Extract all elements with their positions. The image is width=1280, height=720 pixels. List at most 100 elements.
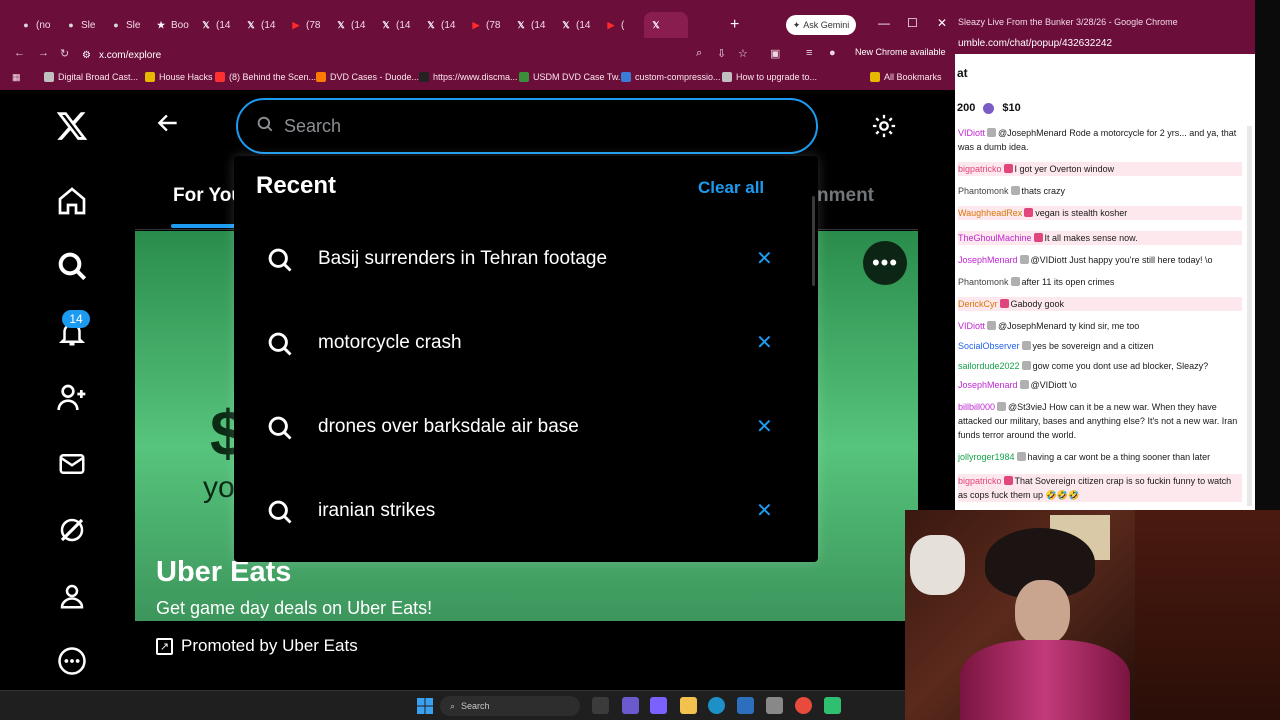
zoom-icon[interactable]: ⌕ [696, 47, 702, 60]
remove-search-icon[interactable]: ✕ [756, 498, 773, 523]
chat-username[interactable]: WaughheadRex [958, 208, 1022, 218]
bookmark-item[interactable]: USDM DVD Case Tw... [519, 72, 625, 82]
streaming-app-icon[interactable] [824, 697, 841, 714]
browser-tab[interactable]: ● Sle [104, 12, 148, 38]
search-input[interactable] [284, 115, 764, 137]
teams-icon[interactable] [650, 697, 667, 714]
browser-tab[interactable]: ▶( [599, 12, 643, 38]
address-bar[interactable]: ⚙ x.com/explore [82, 46, 772, 64]
reload-icon[interactable]: ↻ [60, 47, 69, 60]
promo-more-button[interactable]: ••• [863, 241, 907, 285]
clear-all-button[interactable]: Clear all [698, 178, 764, 198]
bookmark-item[interactable]: How to upgrade to... [722, 72, 817, 82]
bookmark-item[interactable]: DVD Cases - Duode... [316, 72, 419, 82]
chat-username[interactable]: JosephMenard [958, 380, 1018, 390]
forward-icon[interactable]: → [38, 47, 49, 59]
bookmark-item[interactable]: House Hacks [145, 72, 213, 82]
follow-add-user-icon[interactable] [54, 380, 90, 416]
settings-gear-icon[interactable] [870, 112, 898, 145]
browser-tab[interactable]: ● Sle [59, 12, 103, 38]
browser-tab[interactable]: ● (no [14, 12, 58, 38]
x-logo-icon: 𝕏 [517, 20, 525, 30]
bookmark-item[interactable]: Digital Broad Cast... [44, 72, 138, 82]
tab-for-you[interactable]: For You [173, 185, 243, 207]
browser-tab[interactable]: 𝕏 (14 [554, 12, 598, 38]
close-window-icon[interactable]: ✕ [937, 16, 947, 30]
chat-username[interactable]: VIDiott [958, 321, 985, 331]
chat-username[interactable]: VIDiott [958, 128, 985, 138]
browser-tab-label: Sle [126, 19, 141, 31]
new-chrome-available[interactable]: New Chrome available [855, 47, 946, 57]
ask-gemini-button[interactable]: ✦ Ask Gemini [786, 15, 856, 35]
chat-username[interactable]: SocialObserver [958, 341, 1020, 351]
bookmark-item[interactable]: custom-compressio... [621, 72, 721, 82]
bookmark-item[interactable]: All Bookmarks [870, 72, 942, 82]
grok-icon[interactable] [54, 512, 90, 548]
recent-search-item[interactable]: drones over barksdale air base ✕ [234, 386, 818, 470]
x-logo-icon[interactable] [54, 108, 90, 144]
chat-username[interactable]: TheGhoulMachine [958, 233, 1032, 243]
recent-search-item[interactable]: iranian strikes ✕ [234, 470, 818, 554]
browser-tab[interactable]: 𝕏 (14 [374, 12, 418, 38]
messages-mail-icon[interactable] [54, 446, 90, 482]
store-icon[interactable] [737, 697, 754, 714]
browser-tab[interactable]: 𝕏 (14 [329, 12, 373, 38]
bookmark-item[interactable]: https://www.discma... [419, 72, 518, 82]
extensions-icon[interactable]: ▣ [770, 47, 780, 60]
chat-username[interactable]: bigpatricko [958, 476, 1002, 486]
chat-username[interactable]: jollyroger1984 [958, 452, 1015, 462]
maximize-icon[interactable]: ☐ [907, 16, 918, 30]
edge-icon[interactable] [708, 697, 725, 714]
back-arrow-icon[interactable] [155, 110, 181, 143]
remove-search-icon[interactable]: ✕ [756, 330, 773, 355]
new-tab-button[interactable]: + [730, 16, 739, 34]
tab-entertainment[interactable]: nment [817, 185, 874, 207]
browser-tab[interactable]: 𝕏 (14 [419, 12, 463, 38]
chat-username[interactable]: DerickCyr [958, 299, 998, 309]
browser-tab-label: (no [36, 19, 51, 31]
browser-tab[interactable]: 𝕏 [644, 12, 688, 38]
chrome-icon[interactable] [795, 697, 812, 714]
chat-username[interactable]: bigpatricko [958, 164, 1002, 174]
windows-start-icon[interactable] [417, 698, 433, 719]
promoted-by-label[interactable]: ↗ Promoted by Uber Eats [156, 636, 358, 656]
chat-username[interactable]: Phantomonk [958, 277, 1009, 287]
more-options-icon[interactable] [54, 643, 90, 679]
apps-grid-icon[interactable]: ▦ [12, 72, 21, 83]
task-view-icon[interactable] [592, 697, 609, 714]
browser-tab[interactable]: 𝕏 (14 [239, 12, 283, 38]
file-explorer-icon[interactable] [680, 697, 697, 714]
chat-username[interactable]: billbill000 [958, 402, 995, 412]
youtube-icon: ▶ [292, 20, 300, 30]
chat-username[interactable]: JosephMenard [958, 255, 1018, 265]
taskbar-search[interactable]: ⌕ Search [440, 696, 580, 716]
bookmark-star-icon[interactable]: ☆ [738, 47, 748, 60]
explore-search-icon[interactable] [54, 248, 90, 284]
install-icon[interactable]: ⇩ [717, 47, 726, 60]
profile-avatar[interactable]: ● [829, 47, 836, 59]
remove-search-icon[interactable]: ✕ [756, 414, 773, 439]
recent-search-item[interactable]: motorcycle crash ✕ [234, 302, 818, 386]
chat-username[interactable]: sailordude2022 [958, 361, 1020, 371]
side-panel-icon[interactable]: ≡ [806, 47, 812, 59]
home-icon[interactable] [54, 183, 90, 219]
site-info-icon[interactable]: ⚙ [82, 50, 91, 61]
browser-tab[interactable]: 𝕏 (14 [509, 12, 553, 38]
recent-search-text: Basij surrenders in Tehran footage [318, 248, 608, 269]
browser-tab[interactable]: ▶ (78 [464, 12, 508, 38]
chat-scrollbar[interactable] [1247, 126, 1252, 506]
bookmark-item[interactable]: (8) Behind the Scen... [215, 72, 316, 82]
settings-icon[interactable] [766, 697, 783, 714]
chat-username[interactable]: Phantomonk [958, 186, 1009, 196]
copilot-icon[interactable] [622, 697, 639, 714]
browser-tab[interactable]: 𝕏 (14 [194, 12, 238, 38]
chat-popup-window: Sleazy Live From the Bunker 3/28/26 - Go… [955, 0, 1255, 510]
recent-search-item[interactable]: Basij surrenders in Tehran footage ✕ [234, 218, 818, 302]
browser-tab[interactable]: ▶ (78 [284, 12, 328, 38]
minimize-icon[interactable]: — [878, 16, 890, 30]
search-box[interactable] [236, 98, 818, 154]
remove-search-icon[interactable]: ✕ [756, 246, 773, 271]
back-icon[interactable]: ← [14, 47, 25, 59]
browser-tab[interactable]: ★ Boo [149, 12, 193, 38]
profile-icon[interactable] [54, 578, 90, 614]
